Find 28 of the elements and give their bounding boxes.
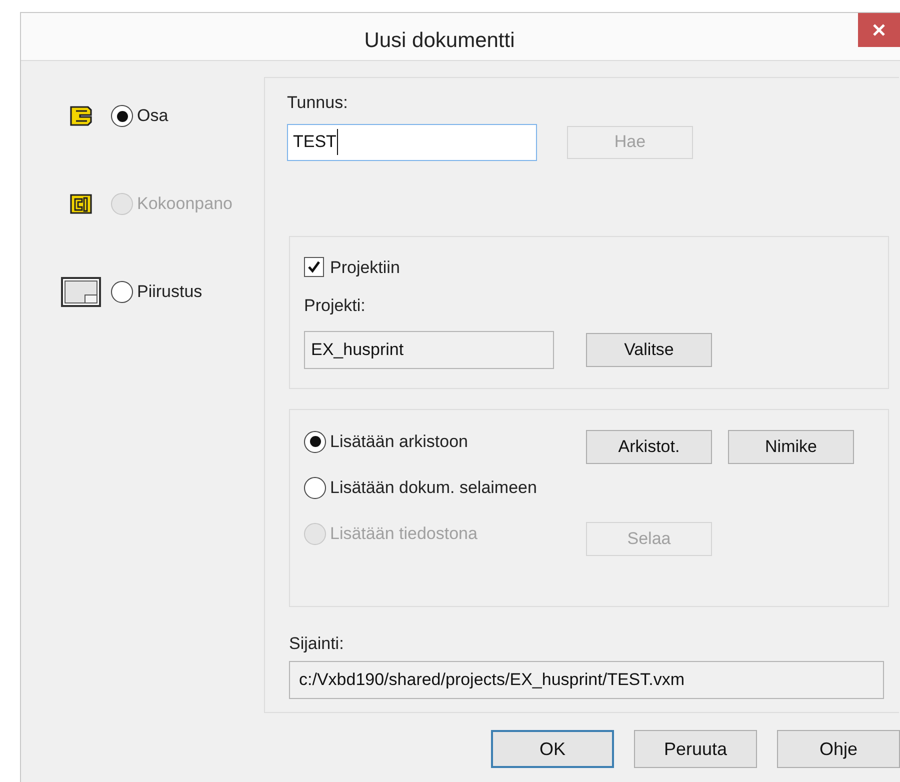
drawing-sheet-icon <box>61 277 101 307</box>
field-label: Sijainti: <box>289 632 345 654</box>
part-icon <box>68 103 94 129</box>
close-button[interactable] <box>858 13 900 47</box>
dialog-button[interactable]: Ohje <box>777 730 900 768</box>
radio-label[interactable]: Lisätään arkistoon <box>330 428 468 454</box>
radio-button[interactable] <box>304 430 326 452</box>
location-field[interactable]: c:/Vxbd190/shared/projects/EX_husprint/TEST.vxm <box>289 661 884 699</box>
action-button[interactable]: Arkistot. <box>586 430 712 464</box>
radio-button[interactable] <box>111 105 133 127</box>
window-title: Uusi dokumentti <box>363 28 516 54</box>
radio-label[interactable]: Piirustus <box>137 279 202 305</box>
field-label: Projekti: <box>304 295 366 317</box>
radio-label[interactable]: Osa <box>137 103 168 129</box>
input-field[interactable]: TEST <box>287 124 537 160</box>
checkbox[interactable] <box>304 257 324 278</box>
radio-button[interactable] <box>111 281 133 303</box>
field-label: Tunnus: <box>287 92 349 114</box>
choose-button[interactable]: Valitse <box>586 332 712 366</box>
action-button[interactable]: Nimike <box>728 430 854 464</box>
dialog-button[interactable]: OK <box>491 730 614 768</box>
radio-button[interactable] <box>304 476 326 498</box>
checkbox-label[interactable]: Projektiin <box>330 254 400 280</box>
close-icon <box>872 23 886 37</box>
dialog-button[interactable]: Peruuta <box>634 730 757 768</box>
assembly-icon <box>68 191 94 217</box>
project-field[interactable]: EX_husprint <box>304 330 554 368</box>
radio-label[interactable]: Lisätään dokum. selaimeen <box>330 474 537 500</box>
